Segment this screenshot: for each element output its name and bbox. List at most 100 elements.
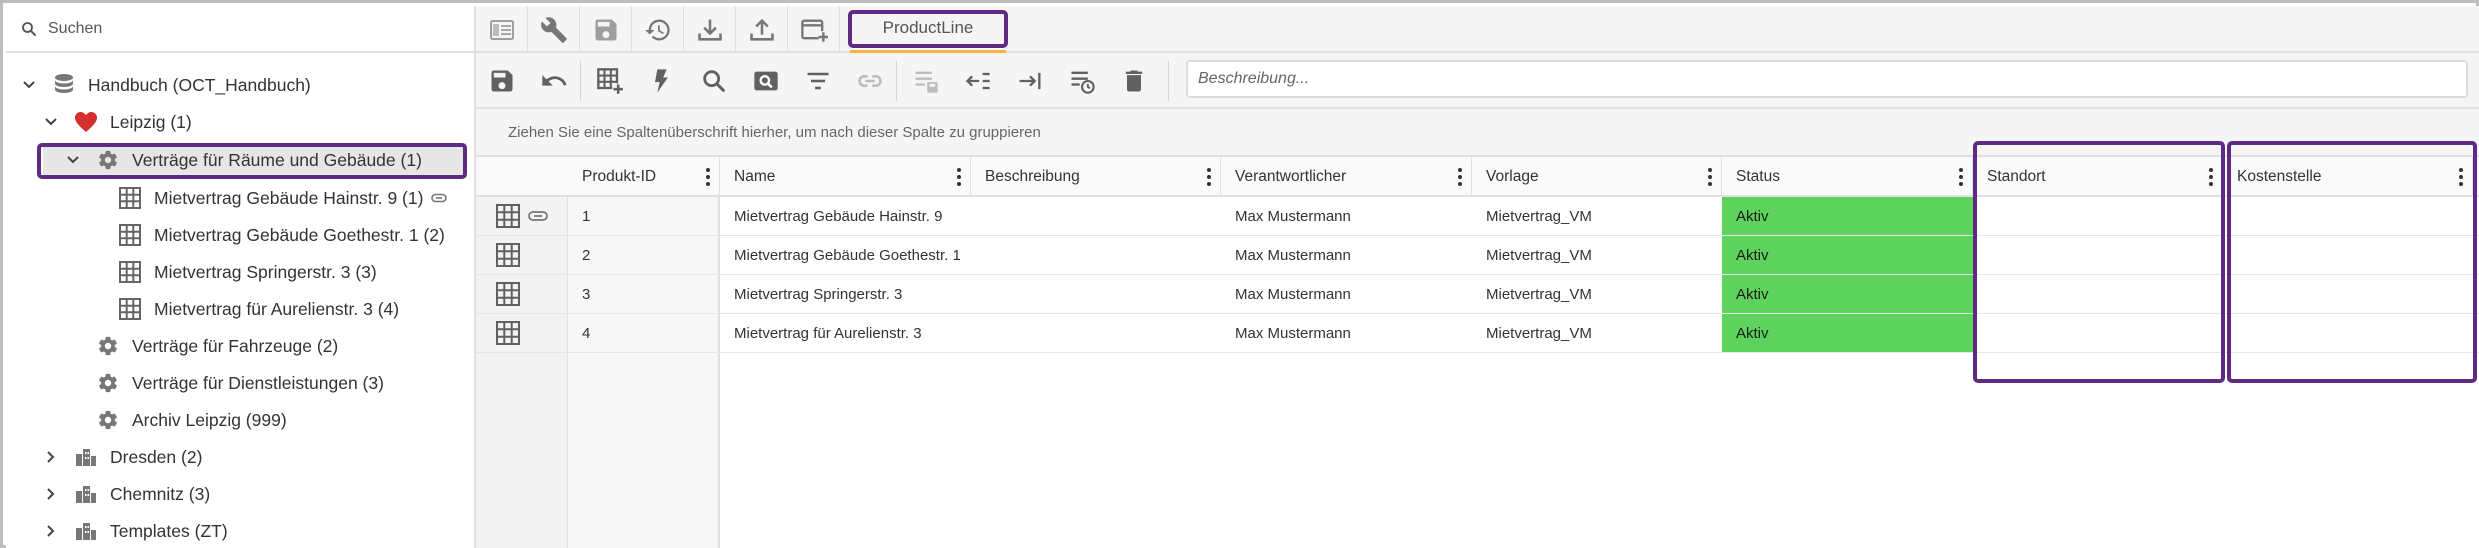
search-input[interactable] <box>48 19 428 38</box>
row-grid-icon[interactable] <box>496 236 520 274</box>
save-button-disabled[interactable] <box>580 6 632 53</box>
cell-kostenstelle[interactable] <box>2223 314 2473 352</box>
cell-vorlage[interactable]: Mietvertrag_VM <box>1472 314 1722 352</box>
chevron-down-icon[interactable] <box>18 74 40 96</box>
column-menu-icon[interactable] <box>1958 167 1964 187</box>
cell-vorlage[interactable]: Mietvertrag_VM <box>1472 236 1722 274</box>
column-menu-icon[interactable] <box>2208 167 2214 187</box>
cell-standort[interactable] <box>1973 197 2223 235</box>
row-grid-icon[interactable] <box>496 197 520 235</box>
cell-name[interactable]: Mietvertrag Springerstr. 3 <box>720 275 971 313</box>
cell-kostenstelle[interactable] <box>2223 236 2473 274</box>
cell-standort[interactable] <box>1973 314 2223 352</box>
cell-verantwortlicher[interactable]: Max Mustermann <box>1221 236 1472 274</box>
row-grid-icon[interactable] <box>496 314 520 352</box>
cell-produkt-id[interactable]: 1 <box>568 197 720 235</box>
chevron-right-icon[interactable] <box>40 520 62 542</box>
cell-produkt-id[interactable]: 2 <box>568 236 720 274</box>
collapse-button[interactable] <box>952 53 1004 109</box>
cell-standort[interactable] <box>1973 236 2223 274</box>
table-row[interactable]: 2 Mietvertrag Gebäude Goethestr. 1 Max M… <box>476 236 2479 275</box>
chevron-down-icon[interactable] <box>62 149 84 171</box>
tree-node-product[interactable]: Mietvertrag für Aurelienstr. 3 (4) <box>118 292 399 326</box>
column-header-vorlage[interactable]: Vorlage <box>1472 157 1722 197</box>
image-search-button[interactable] <box>740 53 792 109</box>
link-button[interactable] <box>844 53 896 109</box>
column-header-verantwortlicher[interactable]: Verantwortlicher <box>1221 157 1472 197</box>
history-button[interactable] <box>1056 53 1108 109</box>
chevron-right-icon[interactable] <box>40 446 62 468</box>
column-header-name[interactable]: Name <box>720 157 971 197</box>
cell-status[interactable]: Aktiv <box>1722 275 1973 313</box>
tree-node-city[interactable]: Dresden (2) <box>40 440 202 474</box>
download-button[interactable] <box>684 6 736 53</box>
column-menu-icon[interactable] <box>1206 167 1212 187</box>
settings-tool-button[interactable] <box>528 6 580 53</box>
cell-vorlage[interactable]: Mietvertrag_VM <box>1472 197 1722 235</box>
cell-vorlage[interactable]: Mietvertrag_VM <box>1472 275 1722 313</box>
attachment-icon[interactable] <box>528 197 548 235</box>
row-grid-icon[interactable] <box>496 275 520 313</box>
cell-kostenstelle[interactable] <box>2223 197 2473 235</box>
cell-verantwortlicher[interactable]: Max Mustermann <box>1221 314 1472 352</box>
column-header-kostenstelle[interactable]: Kostenstelle <box>2223 157 2473 197</box>
cell-status[interactable]: Aktiv <box>1722 314 1973 352</box>
column-header-standort[interactable]: Standort <box>1973 157 2223 197</box>
tree-node-group[interactable]: Verträge für Dienstleistungen (3) <box>96 366 384 400</box>
add-row-button[interactable] <box>584 53 636 109</box>
cell-beschreibung[interactable] <box>971 236 1221 274</box>
save-list-button[interactable] <box>900 53 952 109</box>
cell-beschreibung[interactable] <box>971 197 1221 235</box>
cell-produkt-id[interactable]: 3 <box>568 275 720 313</box>
tree-node-selected-group[interactable]: Verträge für Räume und Gebäude (1) <box>43 143 467 177</box>
search-button[interactable] <box>688 53 740 109</box>
table-row[interactable]: 1 Mietvertrag Gebäude Hainstr. 9 Max Mus… <box>476 197 2479 236</box>
column-menu-icon[interactable] <box>705 167 711 187</box>
cell-produkt-id[interactable]: 4 <box>568 314 720 352</box>
tree-node-product[interactable]: Mietvertrag Gebäude Hainstr. 9 (1) <box>118 181 448 215</box>
column-menu-icon[interactable] <box>956 167 962 187</box>
cell-name[interactable]: Mietvertrag Gebäude Goethestr. 1 <box>720 236 971 274</box>
description-input[interactable] <box>1186 60 2468 98</box>
tree-node-city[interactable]: Chemnitz (3) <box>40 477 210 511</box>
column-header-beschreibung[interactable]: Beschreibung <box>971 157 1221 197</box>
tree-node-city[interactable]: Templates (ZT) <box>40 514 228 548</box>
cell-beschreibung[interactable] <box>971 314 1221 352</box>
new-window-button[interactable] <box>788 6 840 53</box>
cell-beschreibung[interactable] <box>971 275 1221 313</box>
cell-verantwortlicher[interactable]: Max Mustermann <box>1221 197 1472 235</box>
table-row[interactable]: 3 Mietvertrag Springerstr. 3 Max Musterm… <box>476 275 2479 314</box>
tree-node-group[interactable]: Archiv Leipzig (999) <box>96 403 287 437</box>
group-by-drop-zone[interactable]: Ziehen Sie eine Spaltenüberschrift hierh… <box>476 109 2479 157</box>
chevron-right-icon[interactable] <box>40 483 62 505</box>
column-header-status[interactable]: Status <box>1722 157 1973 197</box>
column-header-produkt-id[interactable]: Produkt-ID <box>568 157 720 197</box>
list-view-button[interactable] <box>476 6 528 53</box>
cell-kostenstelle[interactable] <box>2223 275 2473 313</box>
filter-button[interactable] <box>792 53 844 109</box>
tree-node-product[interactable]: Mietvertrag Springerstr. 3 (3) <box>118 255 377 289</box>
upload-button[interactable] <box>736 6 788 53</box>
undo-button[interactable] <box>528 53 580 109</box>
cell-status[interactable]: Aktiv <box>1722 197 1973 235</box>
column-menu-icon[interactable] <box>1457 167 1463 187</box>
cell-verantwortlicher[interactable]: Max Mustermann <box>1221 275 1472 313</box>
cell-name[interactable]: Mietvertrag für Aurelienstr. 3 <box>720 314 971 352</box>
column-menu-icon[interactable] <box>2458 167 2464 187</box>
tree-node-product[interactable]: Mietvertrag Gebäude Goethestr. 1 (2) <box>118 218 445 252</box>
cell-status[interactable]: Aktiv <box>1722 236 1973 274</box>
table-row[interactable]: 4 Mietvertrag für Aurelienstr. 3 Max Mus… <box>476 314 2479 353</box>
cell-standort[interactable] <box>1973 275 2223 313</box>
column-menu-icon[interactable] <box>1707 167 1713 187</box>
delete-button[interactable] <box>1108 53 1160 109</box>
save-button[interactable] <box>476 53 528 109</box>
tree-node-root[interactable]: Handbuch (OCT_Handbuch) <box>18 68 311 102</box>
cell-name[interactable]: Mietvertrag Gebäude Hainstr. 9 <box>720 197 971 235</box>
tab-productline[interactable]: ProductLine <box>850 6 1006 53</box>
chevron-down-icon[interactable] <box>40 111 62 133</box>
tree-node-leipzig[interactable]: Leipzig (1) <box>40 105 192 139</box>
quick-action-button[interactable] <box>636 53 688 109</box>
restore-button[interactable] <box>632 6 684 53</box>
tree-node-group[interactable]: Verträge für Fahrzeuge (2) <box>96 329 338 363</box>
expand-button[interactable] <box>1004 53 1056 109</box>
